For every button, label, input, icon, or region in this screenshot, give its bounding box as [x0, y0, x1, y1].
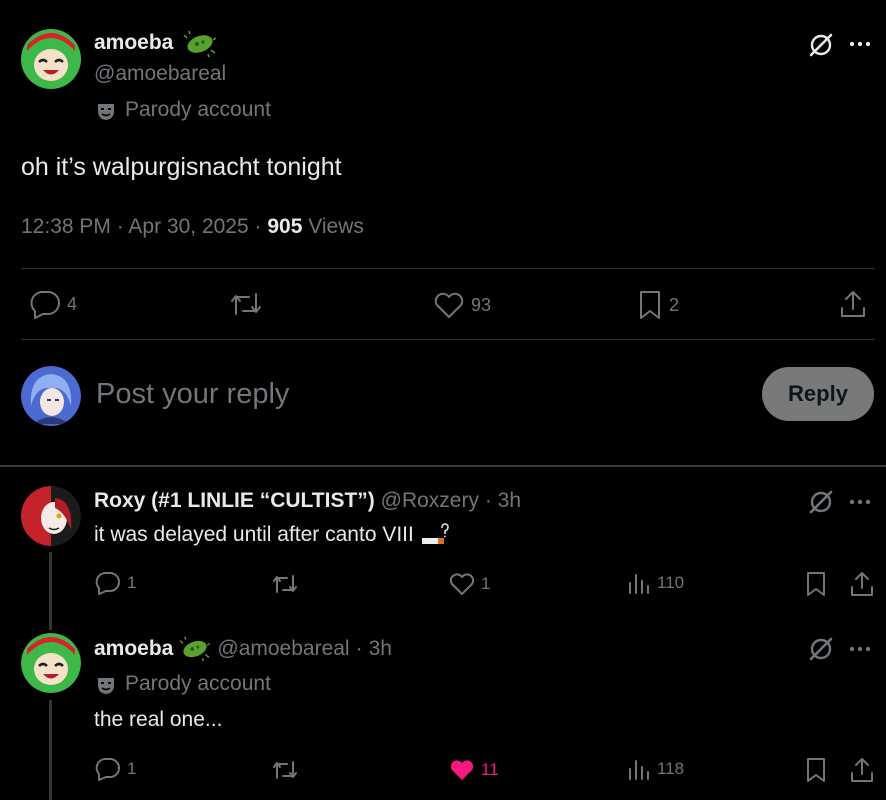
- post-time[interactable]: 3h: [498, 489, 521, 512]
- microbe-emoji-icon: [179, 636, 211, 662]
- reply-header: amoeba @amoebareal · 3h: [94, 636, 392, 662]
- more-icon[interactable]: [848, 645, 872, 653]
- repost-action[interactable]: [271, 572, 299, 596]
- reply-count: 4: [67, 293, 78, 314]
- author-handle[interactable]: @amoebareal: [94, 62, 226, 86]
- like-count: 1: [481, 574, 491, 593]
- grok-icon[interactable]: [808, 489, 834, 515]
- avatar[interactable]: [21, 486, 81, 546]
- post-text: oh it’s walpurgisnacht tonight: [21, 153, 342, 181]
- reply-action[interactable]: 1: [95, 571, 136, 595]
- bookmark-action[interactable]: [805, 757, 827, 783]
- parody-mask-icon: [95, 100, 117, 122]
- like-action-liked[interactable]: 11: [449, 758, 499, 782]
- post-date[interactable]: Apr 30, 2025: [128, 215, 248, 238]
- reply-input[interactable]: Post your reply: [96, 378, 289, 411]
- reply-action[interactable]: 1: [95, 757, 136, 781]
- more-icon[interactable]: [848, 40, 872, 48]
- avatar[interactable]: [21, 633, 81, 693]
- share-action[interactable]: [849, 756, 875, 784]
- section-divider: [0, 465, 886, 467]
- author-handle[interactable]: @amoebareal: [217, 637, 349, 661]
- views-count: 118: [657, 759, 685, 778]
- like-count: 93: [471, 294, 492, 315]
- bookmark-action[interactable]: [805, 571, 827, 597]
- views-count: 905: [267, 215, 303, 238]
- reply-header: Roxy (#1 LINLIE “CULTIST”) @Roxzery · 3h: [94, 489, 522, 512]
- views-count: 110: [657, 573, 685, 592]
- share-action[interactable]: [849, 570, 875, 598]
- reply-button[interactable]: Reply: [762, 367, 874, 421]
- author-name[interactable]: Roxy (#1 LINLIE “CULTIST”): [94, 489, 375, 512]
- divider: [21, 268, 875, 269]
- reply-action[interactable]: 4: [29, 289, 77, 319]
- post-time[interactable]: 12:38 PM: [21, 215, 111, 238]
- post-text-content: it was delayed until after canto VIII: [94, 523, 414, 546]
- post-text: it was delayed until after canto VIII: [94, 522, 450, 548]
- like-count: 11: [481, 760, 499, 779]
- post-time[interactable]: 3h: [369, 637, 392, 661]
- more-icon[interactable]: [848, 498, 872, 506]
- views-action[interactable]: 110: [627, 571, 684, 595]
- reply-count: 1: [127, 759, 137, 778]
- author-handle[interactable]: @Roxzery: [381, 489, 479, 512]
- like-action[interactable]: 1: [449, 572, 490, 596]
- like-action[interactable]: 93: [433, 291, 491, 319]
- grok-icon[interactable]: [808, 32, 834, 58]
- reply-count: 1: [127, 573, 137, 592]
- author-name[interactable]: amoeba: [94, 31, 173, 55]
- repost-action[interactable]: [271, 758, 299, 782]
- avatar[interactable]: [21, 366, 81, 426]
- avatar[interactable]: [21, 29, 81, 89]
- views-label: Views: [308, 215, 364, 238]
- bookmark-action[interactable]: 2: [637, 289, 679, 321]
- parody-label: Parody account: [125, 672, 271, 695]
- thread-line: [49, 700, 52, 800]
- post-text: the real one...: [94, 708, 223, 731]
- parody-mask-icon: [95, 674, 117, 696]
- bookmark-count: 2: [669, 294, 680, 315]
- share-action[interactable]: [838, 288, 868, 320]
- post-meta: 12:38 PM · Apr 30, 2025 · 905 Views: [21, 215, 364, 238]
- parody-label: Parody account: [125, 98, 271, 121]
- author-name[interactable]: amoeba: [94, 637, 173, 661]
- thread-line: [49, 552, 52, 630]
- grok-icon[interactable]: [808, 636, 834, 662]
- cigarette-question-emoji-icon: [420, 522, 450, 548]
- views-action[interactable]: 118: [627, 757, 684, 781]
- divider: [21, 339, 875, 340]
- microbe-emoji-icon: [183, 30, 217, 58]
- repost-action[interactable]: [229, 290, 263, 318]
